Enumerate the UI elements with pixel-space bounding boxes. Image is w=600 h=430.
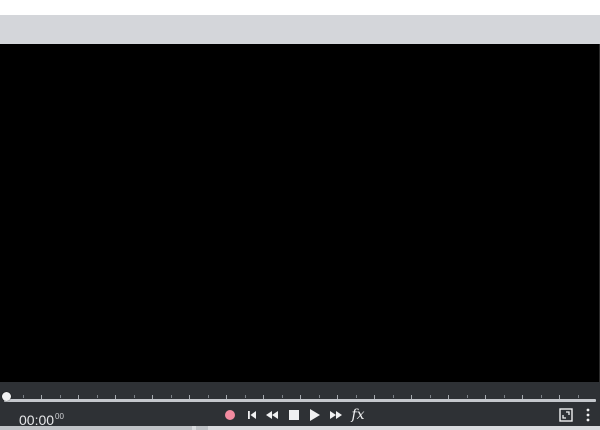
fast-forward-icon bbox=[330, 411, 342, 419]
timeline-tick bbox=[541, 395, 542, 398]
timeline-tick bbox=[467, 395, 468, 398]
playback-controls: 00:0000 fx bbox=[0, 404, 600, 428]
timeline-tick bbox=[319, 395, 320, 398]
playhead-handle[interactable] bbox=[2, 392, 11, 401]
bottom-panel-strip bbox=[0, 426, 600, 430]
timeline-tick bbox=[171, 395, 172, 398]
transport-bar: 00:0000 fx bbox=[0, 382, 600, 428]
record-icon bbox=[225, 410, 235, 420]
timeline-track[interactable] bbox=[4, 399, 596, 402]
bottom-segment bbox=[0, 426, 192, 430]
record-button[interactable] bbox=[221, 406, 239, 424]
stop-icon bbox=[289, 410, 299, 420]
more-vertical-icon bbox=[586, 408, 590, 422]
top-margin bbox=[0, 0, 600, 15]
effects-button[interactable]: fx bbox=[349, 406, 367, 424]
skip-to-start-icon bbox=[248, 411, 256, 419]
fullscreen-icon bbox=[559, 408, 573, 422]
more-options-button[interactable] bbox=[579, 406, 597, 424]
timeline-tick bbox=[208, 395, 209, 398]
timeline-tick bbox=[393, 395, 394, 398]
timeline-tick bbox=[23, 395, 24, 398]
bottom-segment bbox=[196, 426, 208, 430]
timeline-tick bbox=[60, 395, 61, 398]
play-icon bbox=[310, 409, 320, 421]
timeline-tick bbox=[578, 395, 579, 398]
timeline-tick bbox=[356, 395, 357, 398]
rewind-icon bbox=[266, 411, 278, 419]
video-editor-window: 00:0000 fx bbox=[0, 0, 600, 430]
skip-to-start-button[interactable] bbox=[243, 406, 261, 424]
play-button[interactable] bbox=[306, 406, 324, 424]
title-bar bbox=[0, 15, 600, 44]
timeline-tick bbox=[245, 395, 246, 398]
rewind-button[interactable] bbox=[263, 406, 281, 424]
timeline-tick bbox=[282, 395, 283, 398]
video-preview[interactable] bbox=[0, 44, 600, 382]
timeline-tick bbox=[430, 395, 431, 398]
timeline-tick bbox=[504, 395, 505, 398]
timeline-tick bbox=[134, 395, 135, 398]
stop-button[interactable] bbox=[285, 406, 303, 424]
timecode-frames: 00 bbox=[55, 412, 64, 421]
timeline-tick bbox=[97, 395, 98, 398]
fx-icon: fx bbox=[351, 407, 365, 423]
timeline-scrubber[interactable] bbox=[0, 382, 600, 404]
fast-forward-button[interactable] bbox=[327, 406, 345, 424]
fullscreen-button[interactable] bbox=[557, 406, 575, 424]
